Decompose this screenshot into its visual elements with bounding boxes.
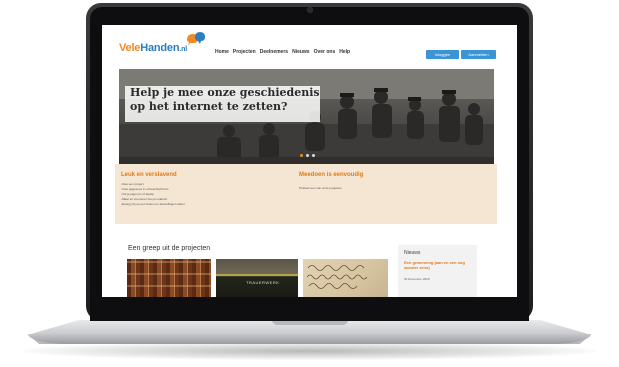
webcam-icon — [307, 8, 312, 12]
news-item-date: 30 December 2020 — [404, 277, 430, 281]
register-button[interactable]: Aanmelden — [461, 50, 496, 59]
news-item-link[interactable]: Een gewenning (aan en een nog wonder zen… — [404, 260, 474, 270]
laptop-shadow — [22, 342, 597, 360]
laptop-base-edge — [28, 334, 591, 344]
logo-text-domain: .nl — [179, 46, 187, 53]
carousel-dots — [300, 154, 315, 157]
handwriting-image — [306, 265, 368, 289]
news-heading: Nieuws — [404, 250, 421, 256]
nav-nieuws[interactable]: Nieuws — [292, 49, 310, 55]
nav-home[interactable]: Home — [215, 49, 229, 55]
logo-text-vele: Vele — [119, 42, 141, 54]
project-thumbnail-archive[interactable]: TRAUERWERK — [216, 259, 298, 297]
laptop-screen: VeleHanden.nl Home Projecten Deelnemers … — [102, 25, 517, 297]
thumbnail-label: TRAUERWERK — [246, 280, 280, 285]
nav-projecten[interactable]: Projecten — [233, 49, 256, 55]
carousel-dot[interactable] — [300, 154, 303, 157]
logo-text-handen: Handen — [140, 42, 180, 54]
band-left-title: Leuk en verslavend — [121, 172, 177, 178]
login-button[interactable]: Inloggen — [426, 50, 459, 59]
hero-banner: Help je mee onze geschiedenis op het int… — [119, 69, 494, 164]
carousel-dot[interactable] — [306, 154, 309, 157]
project-thumbnail-books[interactable] — [127, 259, 211, 297]
nav-deelnemers[interactable]: Deelnemers — [260, 49, 288, 55]
hero-title: Help je mee onze geschiedenis op het int… — [130, 86, 320, 113]
band-right-text[interactable]: Probeer een van onze projecten — [299, 186, 342, 190]
project-thumbnail-manuscript[interactable] — [303, 259, 388, 297]
logo-bubbles-icon — [187, 32, 205, 46]
carousel-dot[interactable] — [312, 154, 315, 157]
nav-over-ons[interactable]: Over ons — [314, 49, 336, 55]
band-left-list: Kies een project Voer gegevens in of bes… — [121, 182, 185, 207]
nav-help[interactable]: Help — [339, 49, 350, 55]
thumbnail-stripe — [216, 274, 298, 276]
site-logo[interactable]: VeleHanden.nl — [119, 42, 187, 54]
band-right-title: Meedoen is eenvoudig — [299, 172, 364, 178]
projects-heading: Een greep uit de projecten — [128, 245, 211, 252]
list-item: Energy bij op een fouten en aanvullingen… — [121, 202, 185, 207]
main-navigation: Home Projecten Deelnemers Nieuws Over on… — [215, 49, 350, 55]
